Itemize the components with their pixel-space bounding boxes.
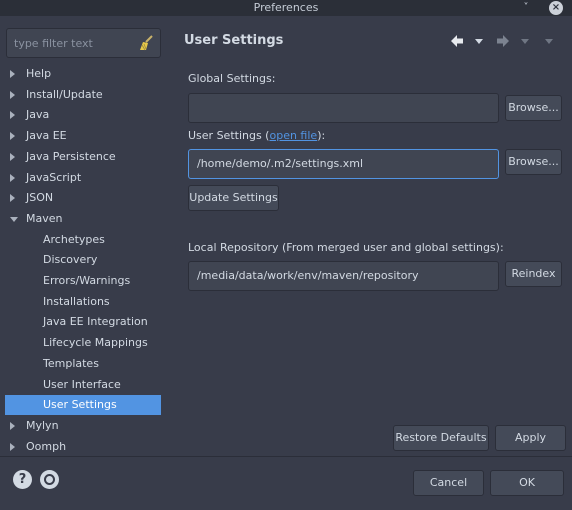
filter-input[interactable] xyxy=(7,29,133,57)
tree-item-errors-warnings[interactable]: Errors/Warnings xyxy=(0,271,171,291)
tree-item-label: Java EE Integration xyxy=(43,315,148,329)
back-history-chevron-icon[interactable] xyxy=(474,34,484,48)
tree-item-label: User Settings xyxy=(43,398,117,412)
tree-item-label: Java xyxy=(26,108,50,122)
clear-filter-icon[interactable] xyxy=(137,34,155,52)
tree-item-maven[interactable]: Maven xyxy=(0,209,171,229)
user-settings-label: User Settings (open file): xyxy=(188,129,325,142)
ok-button[interactable]: OK xyxy=(490,470,564,496)
restore-defaults-button[interactable]: Restore Defaults xyxy=(393,425,489,451)
global-settings-label: Global Settings: xyxy=(188,72,276,85)
tree-item-label: User Interface xyxy=(43,377,121,391)
user-settings-label-suffix: ): xyxy=(317,129,326,142)
preferences-sidebar: Help Install/Update Java Java EE Java Persis… xyxy=(0,16,171,456)
tree-item-user-interface[interactable]: User Interface xyxy=(0,375,171,395)
tree-item-label: Archetypes xyxy=(43,232,105,246)
tree-item-label: Discovery xyxy=(43,253,98,267)
tree-item-install-update[interactable]: Install/Update xyxy=(0,85,171,105)
tree-item-label: Oomph xyxy=(26,439,67,453)
tree-item-label: Lifecycle Mappings xyxy=(43,336,148,350)
tree-item-java-persistence[interactable]: Java Persistence xyxy=(0,147,171,167)
user-browse-button[interactable]: Browse... xyxy=(505,149,562,175)
tree-item-archetypes[interactable]: Archetypes xyxy=(0,230,171,250)
tree-item-label: JSON xyxy=(26,191,54,205)
apply-button[interactable]: Apply xyxy=(495,425,566,451)
collapsed-chevron-icon[interactable] xyxy=(10,173,15,182)
reindex-button[interactable]: Reindex xyxy=(505,261,562,287)
tree-item-label: Install/Update xyxy=(26,87,103,101)
tree-item-label: Mylyn xyxy=(26,418,59,432)
footer-divider xyxy=(0,456,572,457)
close-button[interactable]: × xyxy=(549,1,563,15)
settings-page: User Settings Global Settings: Browse...… xyxy=(172,16,572,456)
back-arrow-icon[interactable] xyxy=(450,34,464,48)
tree-item-java-ee-integration[interactable]: Java EE Integration xyxy=(0,312,171,332)
help-icon[interactable]: ? xyxy=(13,470,32,489)
settings-icon-ring xyxy=(44,474,55,485)
global-browse-button[interactable]: Browse... xyxy=(505,95,562,121)
tree-item-label: Help xyxy=(26,67,52,80)
collapsed-chevron-icon[interactable] xyxy=(10,70,15,78)
tree-item-label: Errors/Warnings xyxy=(43,274,131,287)
collapsed-chevron-icon[interactable] xyxy=(10,442,15,451)
tree-item-discovery[interactable]: Discovery xyxy=(0,250,171,270)
filter-box xyxy=(6,28,161,58)
tree-item-java-ee[interactable]: Java EE xyxy=(0,126,171,146)
minimize-button[interactable]: ˅ xyxy=(519,0,533,16)
global-settings-field[interactable] xyxy=(188,93,499,123)
tree-item-javascript[interactable]: JavaScript xyxy=(0,168,171,188)
forward-history-chevron-icon[interactable] xyxy=(520,34,530,48)
tree-item-label: Installations xyxy=(43,294,110,308)
page-title: User Settings xyxy=(184,33,284,48)
tree-item-help[interactable]: Help xyxy=(0,64,171,84)
update-settings-button[interactable]: Update Settings xyxy=(188,185,279,211)
tree-item-lifecycle-mappings[interactable]: Lifecycle Mappings xyxy=(0,333,171,353)
title-bar: Preferences ˅ × xyxy=(0,0,572,16)
collapsed-chevron-icon[interactable] xyxy=(10,90,15,99)
preferences-settings-icon[interactable] xyxy=(40,470,59,489)
tree-item-label: JavaScript xyxy=(26,170,82,184)
collapsed-chevron-icon[interactable] xyxy=(10,421,15,430)
dialog-body: Help Install/Update Java Java EE Java Persis… xyxy=(0,16,572,510)
tree-item-json[interactable]: JSON xyxy=(0,188,171,208)
tree-item-label: Templates xyxy=(43,356,99,370)
tree-item-java[interactable]: Java xyxy=(0,105,171,125)
local-repository-label: Local Repository (From merged user and g… xyxy=(188,241,504,254)
window-title: Preferences xyxy=(253,1,319,14)
tree-item-label: Java Persistence xyxy=(26,149,116,163)
forward-arrow-icon[interactable] xyxy=(496,34,510,48)
user-settings-label-prefix: User Settings ( xyxy=(188,129,270,142)
collapsed-chevron-icon[interactable] xyxy=(10,194,15,203)
collapsed-chevron-icon[interactable] xyxy=(10,152,15,161)
tree-item-templates[interactable]: Templates xyxy=(0,354,171,374)
cancel-button[interactable]: Cancel xyxy=(413,470,484,496)
view-menu-chevron-icon[interactable] xyxy=(544,34,554,48)
expanded-chevron-icon[interactable] xyxy=(10,216,18,222)
collapsed-chevron-icon[interactable] xyxy=(10,111,15,120)
user-settings-field[interactable]: /home/demo/.m2/settings.xml xyxy=(188,149,499,179)
tree-item-mylyn[interactable]: Mylyn xyxy=(0,416,171,436)
tree-item-installations[interactable]: Installations xyxy=(0,292,171,312)
tree-item-oomph[interactable]: Oomph xyxy=(0,437,171,457)
tree-item-label: Maven xyxy=(26,211,63,225)
tree-item-user-settings[interactable]: User Settings xyxy=(5,395,161,416)
local-repository-field[interactable]: /media/data/work/env/maven/repository xyxy=(188,261,499,291)
collapsed-chevron-icon[interactable] xyxy=(10,132,15,141)
tree-item-label: Java EE xyxy=(26,129,67,143)
open-file-link[interactable]: open file xyxy=(269,129,317,142)
